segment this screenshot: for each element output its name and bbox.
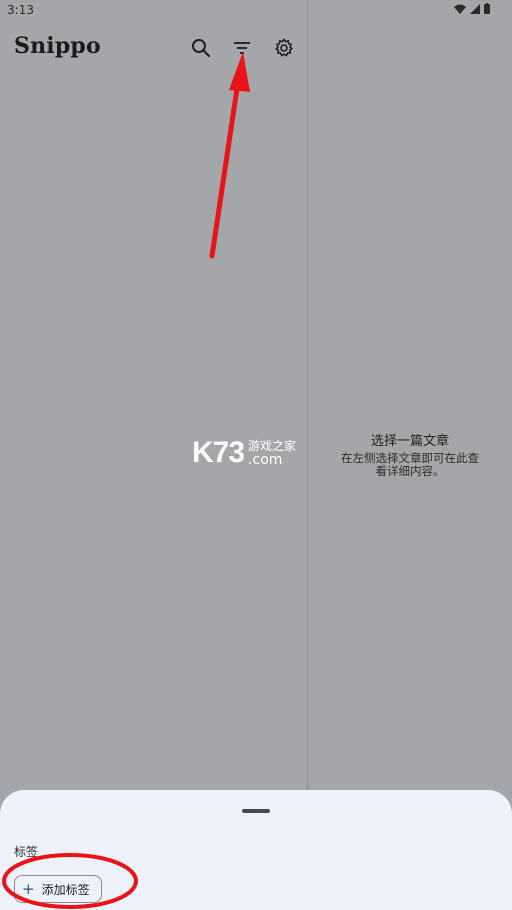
watermark-name: 游戏之家	[248, 439, 297, 453]
status-bar: 3:13	[0, 0, 512, 22]
empty-state-description: 在左侧选择文章即可在此查 看详细内容。	[316, 452, 504, 478]
wifi-icon	[454, 4, 466, 14]
empty-state-title: 选择一篇文章	[370, 434, 449, 449]
status-time: 3:13	[7, 3, 34, 17]
signal-icon	[470, 3, 480, 14]
watermark-logo: K73	[192, 436, 245, 469]
filter-icon	[234, 42, 250, 54]
battery-icon	[484, 3, 490, 14]
tags-bottom-sheet: 标签 + 添加标签	[0, 790, 512, 910]
search-icon	[192, 39, 210, 57]
tags-label: 标签	[14, 845, 39, 859]
add-tag-button[interactable]: + 添加标签	[14, 875, 102, 903]
app-title: Snippo	[14, 33, 101, 59]
search-button[interactable]	[187, 34, 215, 62]
add-tag-label: 添加标签	[41, 882, 90, 897]
status-icons	[454, 3, 490, 14]
filter-button[interactable]	[228, 34, 256, 62]
settings-button[interactable]	[270, 34, 298, 62]
k73-watermark: K73 游戏之家 .com	[192, 436, 296, 470]
watermark-domain: .com	[248, 452, 283, 468]
gear-icon	[274, 38, 294, 57]
pane-divider	[307, 0, 308, 790]
detail-empty-state: 选择一篇文章 在左侧选择文章即可在此查 看详细内容。	[316, 430, 504, 478]
empty-desc-line2: 看详细内容。	[375, 464, 445, 478]
sheet-drag-handle[interactable]	[242, 809, 270, 813]
plus-icon: +	[22, 879, 35, 898]
